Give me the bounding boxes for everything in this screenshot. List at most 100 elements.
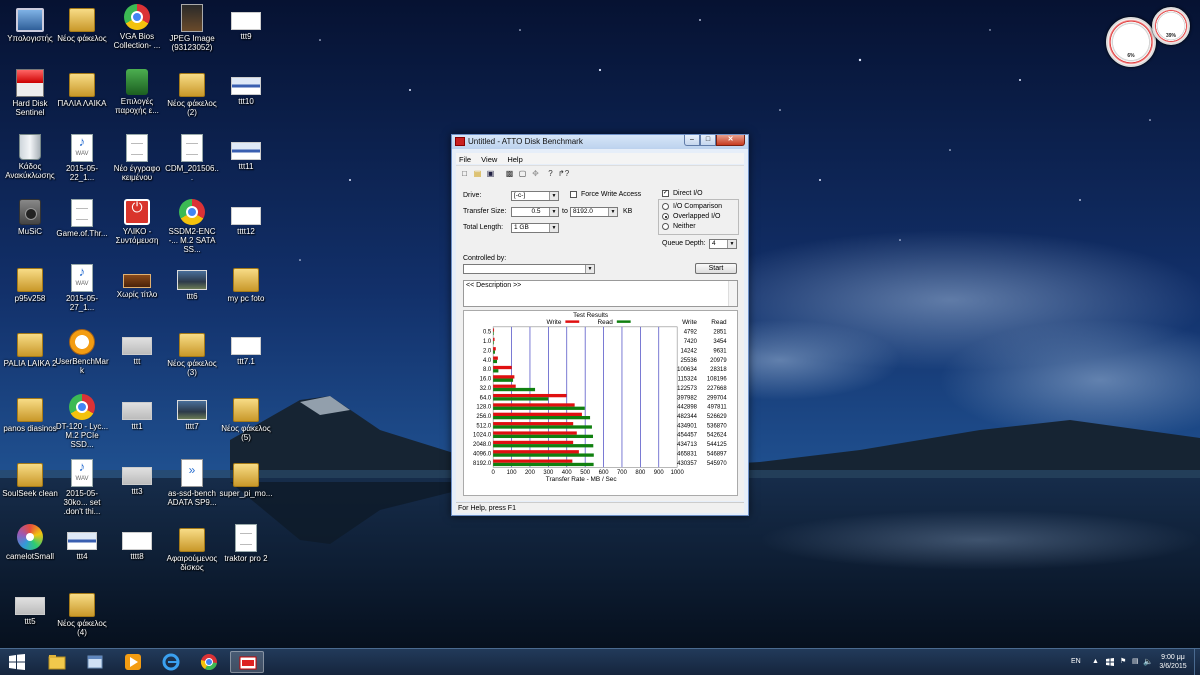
atto-app-icon[interactable] — [455, 137, 465, 146]
io-comparison-radio[interactable] — [662, 203, 669, 210]
desktop-icon[interactable]: Νέος φάκελος (3) — [164, 329, 220, 377]
desktop-icon[interactable]: ttt4 — [54, 524, 110, 561]
taskbar-chrome[interactable] — [192, 651, 226, 673]
atto-disk-benchmark-window[interactable]: Untitled - ATTO Disk Benchmark – □ ✕ Fil… — [451, 134, 749, 516]
desktop-icon[interactable]: Κάδος Ανακύκλωσης — [2, 134, 58, 180]
drive-select[interactable]: [-c-] ▼ — [511, 191, 559, 201]
desktop-icon[interactable]: my pc foto — [218, 264, 274, 303]
desktop-icon[interactable]: PALIA LAIKA 2 — [2, 329, 58, 368]
desktop-icon[interactable]: ttt1 — [109, 394, 165, 431]
description-scrollbar[interactable] — [728, 281, 737, 306]
desktop-icon[interactable]: ttt11 — [218, 134, 274, 171]
minimize-button[interactable]: – — [684, 135, 700, 146]
help-icon[interactable]: ? — [545, 168, 556, 179]
move-icon[interactable]: ✥ — [530, 168, 541, 179]
total-length-select[interactable]: 1 GB ▼ — [511, 223, 559, 233]
desktop-icon[interactable]: SoulSeek clean — [2, 459, 58, 498]
language-indicator[interactable]: EN — [1071, 649, 1081, 675]
notification-flag-icon[interactable]: ⚑ — [1120, 649, 1126, 675]
open-icon[interactable]: ▤ — [472, 168, 483, 179]
queue-depth-select[interactable]: 4 ▼ — [709, 239, 737, 249]
desktop-icon[interactable]: SSDM2-ENC -... M.2 SATA SS... — [164, 199, 220, 254]
desktop-icon[interactable]: UserBenchMark — [54, 329, 110, 375]
desktop-icon[interactable]: super_pi_mo... — [218, 459, 274, 498]
desktop-icon[interactable]: ttt3 — [109, 459, 165, 496]
desktop-icon[interactable]: as-ssd-bench ADATA SP9... — [164, 459, 220, 507]
desktop-icon[interactable]: JPEG Image (93123052) — [164, 4, 220, 52]
desktop-icon[interactable]: p95v258 — [2, 264, 58, 303]
print-icon[interactable]: ▩ — [504, 168, 515, 179]
chevron-down-icon[interactable]: ▼ — [549, 192, 558, 200]
transfer-size-from-select[interactable]: 0.5 ▼ — [511, 207, 559, 217]
taskbar-control-panel[interactable] — [78, 651, 112, 673]
desktop-icon[interactable]: Αφαιρούμενος δίσκος — [164, 524, 220, 572]
desktop-icon[interactable]: tttt12 — [218, 199, 274, 236]
description-box[interactable]: << Description >> — [463, 280, 738, 307]
menu-help[interactable]: Help — [507, 154, 522, 165]
desktop-icon[interactable]: CDM_201506... — [164, 134, 220, 182]
start-button[interactable]: Start — [695, 263, 737, 274]
overlapped-io-radio[interactable] — [662, 213, 669, 220]
show-desktop-button[interactable] — [1194, 649, 1200, 675]
maximize-button[interactable]: □ — [700, 135, 716, 146]
desktop-icon-label: VGA Bios Collection- ... — [113, 32, 161, 50]
chevron-down-icon[interactable]: ▼ — [549, 224, 558, 232]
taskbar-file-explorer[interactable] — [40, 651, 74, 673]
chevron-down-icon[interactable]: ▼ — [608, 208, 617, 216]
title-bar[interactable]: Untitled - ATTO Disk Benchmark – □ ✕ — [452, 135, 748, 149]
desktop-icon[interactable]: panos diasinos — [2, 394, 58, 433]
taskbar-clock[interactable]: 9:00 μμ 3/6/2015 — [1148, 653, 1198, 671]
desktop-icon[interactable]: ttt10 — [218, 69, 274, 106]
desktop-icon[interactable]: ΠΑΛΙΑ ΛΑΙΚΑ — [54, 69, 110, 108]
save-icon[interactable]: ▣ — [485, 168, 496, 179]
desktop-icon[interactable]: VGA Bios Collection- ... — [109, 4, 165, 50]
neither-radio[interactable] — [662, 223, 669, 230]
desktop-icon[interactable]: traktor pro 2 — [218, 524, 274, 563]
context-help-icon[interactable]: ↱? — [558, 168, 569, 179]
desktop-icon[interactable]: ttt7.1 — [218, 329, 274, 366]
chevron-up-icon[interactable]: ▲ — [1092, 649, 1099, 675]
taskbar-internet-explorer[interactable] — [154, 651, 188, 673]
cpu-meter-gadget[interactable]: 6% 39% — [1104, 5, 1196, 67]
transfer-size-to-select[interactable]: 8192.0 ▼ — [570, 207, 618, 217]
chevron-down-icon[interactable]: ▼ — [549, 208, 558, 216]
desktop-icon[interactable]: Νέος φάκελος (5) — [218, 394, 274, 442]
desktop-icon[interactable]: 2015-05-30ko... set .don't thi... — [54, 459, 110, 516]
desktop-icon[interactable]: Game.of.Thr... — [54, 199, 110, 238]
chevron-down-icon[interactable]: ▼ — [585, 265, 594, 273]
desktop-icon[interactable]: ttt — [109, 329, 165, 366]
desktop-icon[interactable]: DT-120 - Lyc... M.2 PCIe SSD... — [54, 394, 110, 449]
chevron-down-icon[interactable]: ▼ — [727, 240, 736, 248]
force-write-access-checkbox[interactable] — [570, 191, 577, 198]
desktop-icon[interactable]: Χωρίς τίτλο — [109, 264, 165, 299]
desktop-icon[interactable]: ttt9 — [218, 4, 274, 41]
print-preview-icon[interactable]: ▢ — [517, 168, 528, 179]
desktop-icon[interactable]: 2015-05-22_1... — [54, 134, 110, 182]
direct-io-checkbox[interactable]: ✓ — [662, 190, 669, 197]
desktop-icon[interactable]: ttt5 — [2, 589, 58, 626]
taskbar-media-player[interactable] — [116, 651, 150, 673]
start-button[interactable] — [0, 651, 34, 673]
desktop-icon[interactable]: Νέος φάκελος — [54, 4, 110, 43]
network-icon[interactable]: ▤ — [1132, 649, 1139, 675]
desktop-icon[interactable]: Νέος φάκελος (2) — [164, 69, 220, 117]
close-button[interactable]: ✕ — [716, 135, 745, 146]
desktop-icon[interactable]: MuSiC — [2, 199, 58, 236]
desktop-icon[interactable]: ΥΛΙΚΟ - Συντόμευση — [109, 199, 165, 245]
desktop-icon[interactable]: Νέο έγγραφο κειμένου — [109, 134, 165, 182]
desktop-icon[interactable]: Hard Disk Sentinel — [2, 69, 58, 117]
desktop-icon[interactable]: ttt6 — [164, 264, 220, 301]
desktop-icon[interactable]: tttt7 — [164, 394, 220, 431]
desktop-icon[interactable]: camelotSmall — [2, 524, 58, 561]
desktop-icon[interactable]: 2015-05-27_1... — [54, 264, 110, 312]
desktop-icon[interactable]: Νέος φάκελος (4) — [54, 589, 110, 637]
desktop-icon[interactable]: Επιλογές παροχής ε... — [109, 69, 165, 115]
action-center-icon[interactable] — [1105, 657, 1115, 667]
menu-view[interactable]: View — [481, 154, 497, 165]
menu-file[interactable]: File — [459, 154, 471, 165]
desktop-icon[interactable]: Υπολογιστής — [2, 4, 58, 43]
new-icon[interactable]: □ — [459, 168, 470, 179]
controlled-by-select[interactable]: ▼ — [463, 264, 595, 274]
desktop-icon[interactable]: tttt8 — [109, 524, 165, 561]
taskbar-atto[interactable] — [230, 651, 264, 673]
